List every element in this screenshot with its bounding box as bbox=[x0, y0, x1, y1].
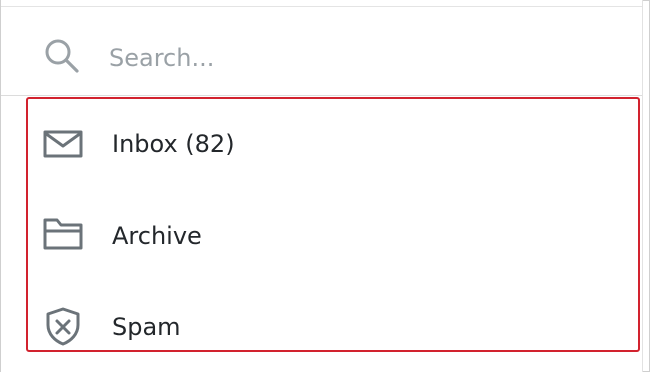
folder-list-highlight-box bbox=[26, 97, 640, 352]
search-input[interactable] bbox=[101, 34, 609, 82]
search-icon[interactable] bbox=[42, 37, 82, 77]
mail-folder-drawer: Inbox (82) Archive Spam bbox=[1, 0, 643, 372]
search-bar[interactable] bbox=[1, 7, 642, 96]
